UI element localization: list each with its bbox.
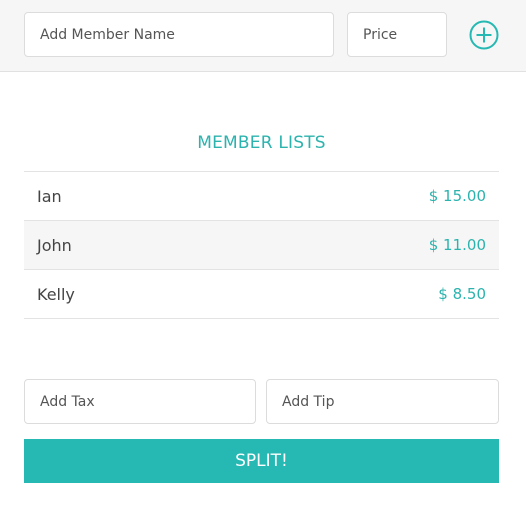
member-list-title: MEMBER LISTS bbox=[197, 133, 326, 153]
member-price: $ 11.00 bbox=[428, 236, 486, 254]
add-member-bar bbox=[0, 0, 526, 72]
member-name-input[interactable] bbox=[24, 12, 334, 57]
member-price: $ 15.00 bbox=[428, 187, 486, 205]
split-button[interactable]: SPLIT! bbox=[24, 439, 499, 483]
add-member-button[interactable] bbox=[468, 19, 500, 51]
member-list: Ian $ 15.00 John $ 11.00 Kelly $ 8.50 bbox=[24, 171, 499, 319]
member-name: Ian bbox=[37, 186, 62, 206]
list-item: Ian $ 15.00 bbox=[24, 172, 499, 221]
member-name: Kelly bbox=[37, 284, 75, 304]
member-price: $ 8.50 bbox=[438, 285, 486, 303]
list-item: Kelly $ 8.50 bbox=[24, 270, 499, 319]
tax-input[interactable] bbox=[24, 379, 256, 424]
price-input[interactable] bbox=[347, 12, 447, 57]
list-item: John $ 11.00 bbox=[24, 221, 499, 270]
tip-input[interactable] bbox=[266, 379, 499, 424]
plus-circle-icon bbox=[469, 20, 499, 50]
member-name: John bbox=[37, 235, 72, 255]
